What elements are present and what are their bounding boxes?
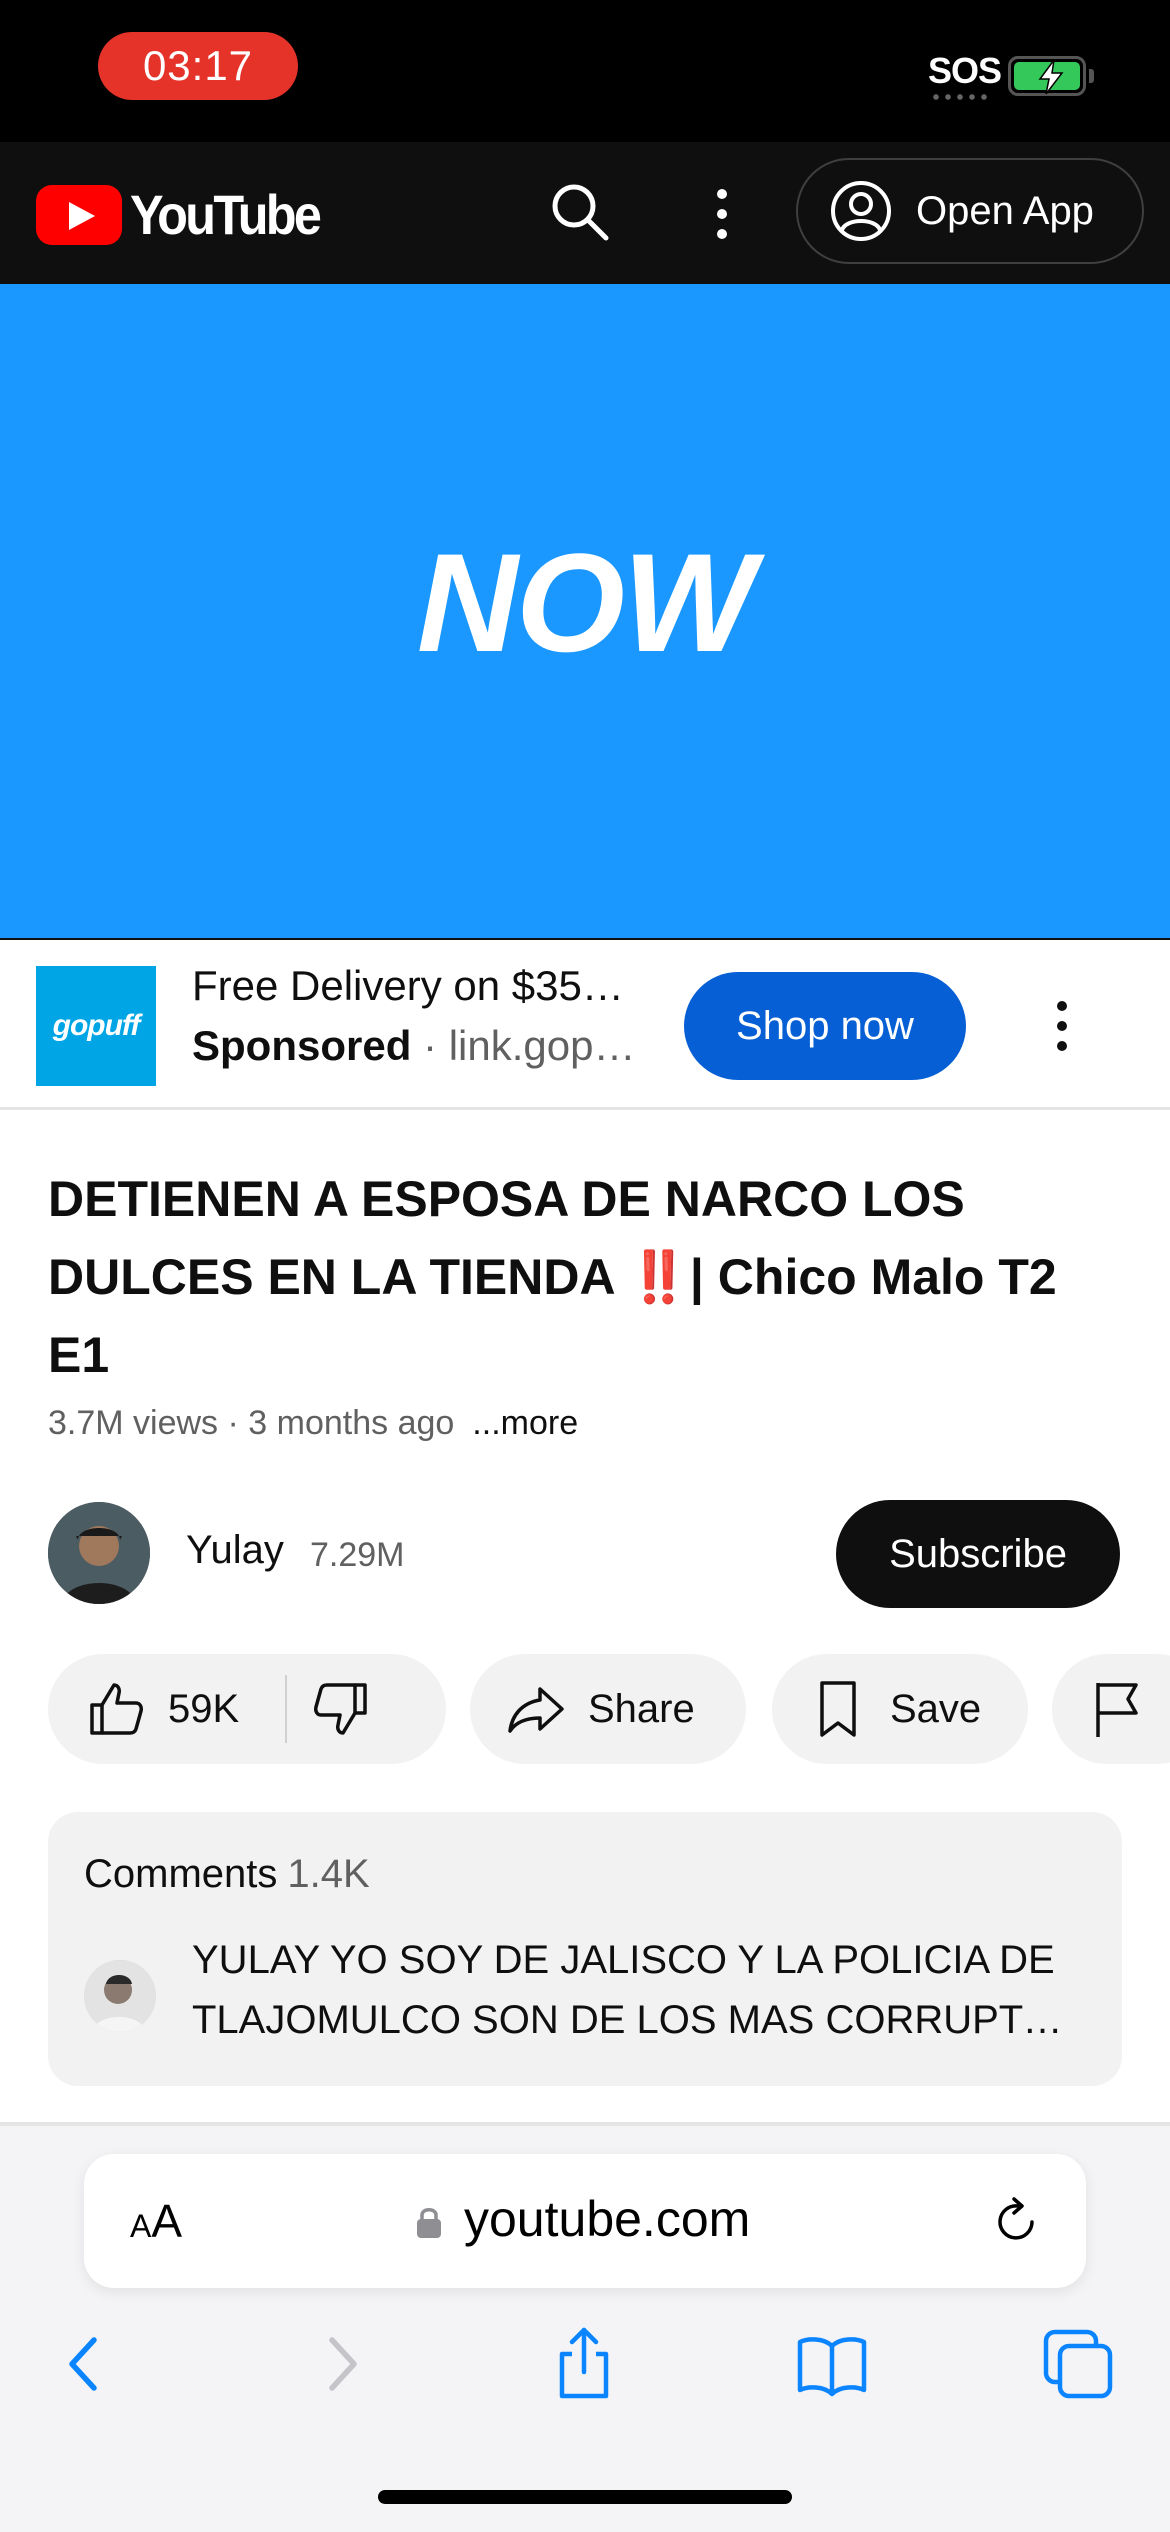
status-bar: 03:17 SOS [0, 0, 1170, 142]
video-title[interactable]: DETIENEN A ESPOSA DE NARCO LOS DULCES EN… [48, 1160, 1108, 1394]
reload-icon[interactable] [988, 2194, 1044, 2250]
comments-section[interactable]: Comments 1.4K YULAY YO SOY DE JALISCO Y L… [48, 1812, 1122, 2086]
battery-cap [1089, 69, 1094, 83]
save-label: Save [890, 1686, 982, 1731]
signal-dots-icon [930, 94, 992, 100]
youtube-wordmark: YouTube [130, 183, 322, 246]
ad-more-icon[interactable] [1044, 996, 1080, 1056]
share-sheet-icon[interactable] [544, 2324, 624, 2404]
advertiser-logo[interactable]: gopuff [36, 966, 156, 1086]
sos-indicator: SOS [928, 50, 1002, 91]
subscriber-count: 7.29M [310, 1536, 405, 1574]
text-size-small-a: A [130, 2208, 152, 2244]
like-divider [285, 1675, 288, 1743]
thumbs-up-icon[interactable] [84, 1677, 148, 1741]
youtube-play-icon [36, 184, 122, 245]
search-icon[interactable] [546, 178, 614, 246]
video-meta[interactable]: 3.7M views · 3 months ago ...more [48, 1404, 578, 1443]
url-text[interactable]: youtube.com [464, 2190, 750, 2248]
video-player[interactable]: NOW [0, 284, 1170, 940]
shop-now-button[interactable]: Shop now [684, 972, 966, 1080]
lock-icon [417, 2208, 441, 2238]
sponsored-label: Sponsored [192, 1022, 412, 1069]
open-app-label: Open App [916, 188, 1094, 233]
ad-subtitle: Sponsored · link.gop… [192, 1022, 642, 1070]
like-dislike-group: 59K [48, 1654, 446, 1764]
top-comment-text: YULAY YO SOY DE JALISCO Y LA POLICIA DE … [192, 1938, 1081, 2042]
views-and-date: 3.7M views · 3 months ago [48, 1404, 455, 1442]
sponsored-ad[interactable]: gopuff Free Delivery on $35… Sponsored ·… [0, 940, 1170, 1110]
more-vert-icon[interactable] [704, 184, 740, 244]
thumbs-down-icon[interactable] [309, 1677, 373, 1741]
commenter-avatar [84, 1960, 156, 2032]
report-button[interactable] [1052, 1654, 1170, 1764]
share-label: Share [588, 1686, 695, 1731]
tabs-icon[interactable] [1038, 2324, 1118, 2404]
home-indicator[interactable] [378, 2490, 792, 2504]
more-link[interactable]: ...more [472, 1404, 578, 1442]
bookmark-icon [820, 1681, 856, 1737]
ad-domain: link.gop… [448, 1022, 636, 1069]
open-app-button[interactable]: Open App [796, 158, 1144, 264]
bookmarks-icon[interactable] [792, 2324, 872, 2404]
share-arrow-icon [508, 1687, 564, 1733]
safari-bottom-bar: AA youtube.com [0, 2126, 1170, 2532]
double-exclamation-emoji: ‼️ [627, 1249, 690, 1305]
account-icon [831, 181, 891, 241]
like-count[interactable]: 59K [168, 1687, 239, 1732]
flag-icon [1096, 1683, 1138, 1737]
comments-header: Comments 1.4K [84, 1852, 370, 1897]
save-button[interactable]: Save [772, 1654, 1028, 1764]
channel-avatar-image [48, 1502, 150, 1604]
youtube-header: YouTube Open App [0, 142, 1170, 284]
battery-icon [1008, 56, 1086, 96]
back-icon[interactable] [46, 2324, 126, 2404]
comments-label: Comments [84, 1852, 278, 1896]
share-button[interactable]: Share [470, 1654, 746, 1764]
video-overlay-text: NOW [416, 524, 755, 681]
text-size-button[interactable]: AA [130, 2194, 182, 2248]
comments-count: 1.4K [287, 1852, 370, 1896]
text-size-big-a: A [151, 2195, 183, 2247]
channel-name[interactable]: Yulay [186, 1528, 284, 1573]
channel-avatar[interactable] [48, 1502, 150, 1604]
subscribe-button[interactable]: Subscribe [836, 1500, 1120, 1608]
status-time: 03:17 [98, 32, 298, 100]
youtube-logo[interactable]: YouTube [36, 182, 340, 247]
commenter-avatar-image [84, 1960, 156, 2032]
address-bar[interactable]: AA youtube.com [84, 2154, 1086, 2288]
ad-separator: · [411, 1022, 449, 1069]
ad-title[interactable]: Free Delivery on $35… [192, 962, 642, 1010]
forward-icon[interactable] [300, 2324, 380, 2404]
charging-bolt-icon [1038, 60, 1064, 94]
